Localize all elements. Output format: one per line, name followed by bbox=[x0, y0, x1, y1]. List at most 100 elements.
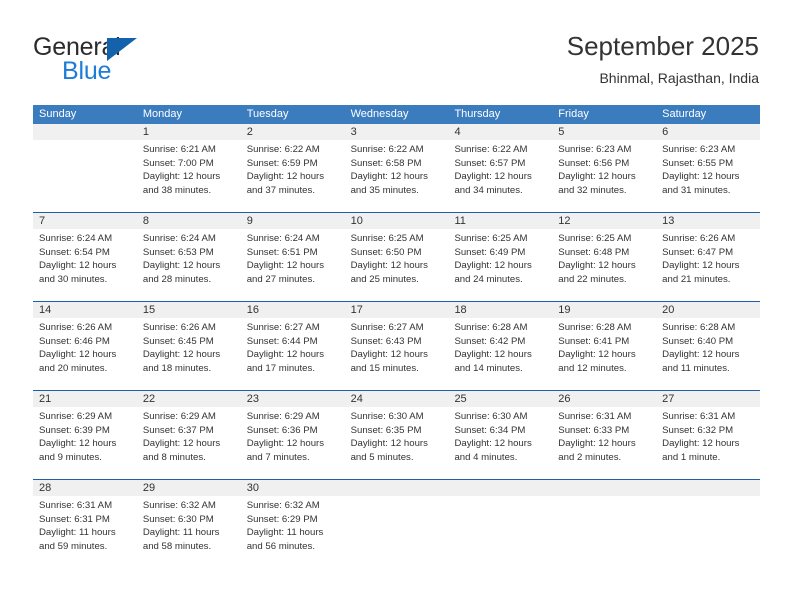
day-detail-line: Sunset: 6:53 PM bbox=[142, 246, 214, 258]
day-cell[interactable]: Sunrise: 6:28 AM Sunset: 6:41 PM Daylight:… bbox=[552, 318, 656, 390]
day-number[interactable]: 3 bbox=[345, 124, 449, 140]
day-cell[interactable]: Sunrise: 6:31 AM Sunset: 6:32 PM Daylight:… bbox=[656, 407, 760, 479]
day-detail-line: and 31 minutes. bbox=[662, 184, 731, 196]
day-cell[interactable]: Sunrise: 6:26 AM Sunset: 6:45 PM Daylight:… bbox=[137, 318, 241, 390]
day-cell[interactable]: Sunrise: 6:31 AM Sunset: 6:31 PM Daylight:… bbox=[33, 496, 137, 568]
day-number[interactable]: 16 bbox=[241, 302, 345, 318]
day-cell[interactable]: Sunrise: 6:25 AM Sunset: 6:50 PM Daylight:… bbox=[345, 229, 449, 301]
day-number[interactable]: 5 bbox=[552, 124, 656, 140]
day-detail-line: Sunset: 6:40 PM bbox=[662, 335, 734, 347]
day-cell[interactable]: Sunrise: 6:28 AM Sunset: 6:42 PM Daylight:… bbox=[448, 318, 552, 390]
day-number[interactable]: 10 bbox=[345, 213, 449, 229]
day-detail-line: Sunrise: 6:22 AM bbox=[454, 144, 528, 155]
day-cell-empty bbox=[448, 496, 552, 568]
day-detail-line: Daylight: 12 hours bbox=[558, 171, 636, 183]
day-detail-line: and 32 minutes. bbox=[558, 184, 627, 196]
day-detail-line: and 15 minutes. bbox=[350, 362, 419, 374]
day-number[interactable]: 17 bbox=[345, 302, 449, 318]
day-number-empty bbox=[552, 480, 656, 496]
day-number[interactable]: 15 bbox=[137, 302, 241, 318]
day-cell[interactable]: Sunrise: 6:30 AM Sunset: 6:34 PM Daylight:… bbox=[448, 407, 552, 479]
day-cell[interactable]: Sunrise: 6:26 AM Sunset: 6:46 PM Daylight:… bbox=[33, 318, 137, 390]
day-number-empty bbox=[656, 480, 760, 496]
day-number[interactable]: 9 bbox=[241, 213, 345, 229]
day-number-empty bbox=[448, 480, 552, 496]
day-cell-empty bbox=[552, 496, 656, 568]
day-detail-line: Sunrise: 6:23 AM bbox=[558, 144, 632, 155]
day-detail-line: Sunset: 6:35 PM bbox=[350, 424, 422, 436]
day-number[interactable]: 23 bbox=[241, 391, 345, 407]
day-number[interactable]: 4 bbox=[448, 124, 552, 140]
day-number-empty bbox=[33, 124, 137, 140]
day-detail-line: Sunset: 6:48 PM bbox=[558, 246, 630, 258]
day-cell[interactable]: Sunrise: 6:21 AM Sunset: 7:00 PM Daylight:… bbox=[137, 140, 241, 212]
day-detail-line: and 34 minutes. bbox=[454, 184, 523, 196]
day-cell[interactable]: Sunrise: 6:29 AM Sunset: 6:36 PM Daylight:… bbox=[241, 407, 345, 479]
day-cell[interactable]: Sunrise: 6:22 AM Sunset: 6:58 PM Daylight:… bbox=[345, 140, 449, 212]
day-detail-line: Sunrise: 6:21 AM bbox=[142, 144, 216, 155]
day-cell[interactable]: Sunrise: 6:24 AM Sunset: 6:51 PM Daylight:… bbox=[241, 229, 345, 301]
day-number[interactable]: 2 bbox=[241, 124, 345, 140]
day-cell[interactable]: Sunrise: 6:26 AM Sunset: 6:47 PM Daylight:… bbox=[656, 229, 760, 301]
day-detail-line: Sunrise: 6:22 AM bbox=[246, 144, 320, 155]
day-cell[interactable]: Sunrise: 6:30 AM Sunset: 6:35 PM Daylight:… bbox=[345, 407, 449, 479]
day-cell[interactable]: Sunrise: 6:27 AM Sunset: 6:44 PM Daylight:… bbox=[241, 318, 345, 390]
page-title: September 2025 bbox=[566, 31, 759, 61]
day-number[interactable]: 19 bbox=[552, 302, 656, 318]
day-detail-line: Sunrise: 6:26 AM bbox=[39, 322, 113, 333]
day-cell[interactable]: Sunrise: 6:27 AM Sunset: 6:43 PM Daylight:… bbox=[345, 318, 449, 390]
day-cell[interactable]: Sunrise: 6:23 AM Sunset: 6:56 PM Daylight:… bbox=[552, 140, 656, 212]
day-number[interactable]: 6 bbox=[656, 124, 760, 140]
day-detail-line: Sunset: 6:41 PM bbox=[558, 335, 630, 347]
week-detail-band: Sunrise: 6:29 AM Sunset: 6:39 PM Daylight:… bbox=[33, 407, 760, 479]
day-cell[interactable]: Sunrise: 6:22 AM Sunset: 6:57 PM Daylight:… bbox=[448, 140, 552, 212]
day-number[interactable]: 1 bbox=[137, 124, 241, 140]
day-detail-line: Sunrise: 6:28 AM bbox=[662, 322, 736, 333]
day-detail-line: Sunset: 6:31 PM bbox=[39, 513, 110, 525]
day-number[interactable]: 22 bbox=[137, 391, 241, 407]
day-number[interactable]: 27 bbox=[656, 391, 760, 407]
day-number[interactable]: 18 bbox=[448, 302, 552, 318]
day-cell[interactable]: Sunrise: 6:24 AM Sunset: 6:54 PM Daylight:… bbox=[33, 229, 137, 301]
day-number[interactable]: 7 bbox=[33, 213, 137, 229]
location-subtitle: Bhinmal, Rajasthan, India bbox=[599, 70, 759, 86]
day-number[interactable]: 14 bbox=[33, 302, 137, 318]
day-number[interactable]: 20 bbox=[656, 302, 760, 318]
day-number[interactable]: 30 bbox=[241, 480, 345, 496]
day-cell[interactable]: Sunrise: 6:32 AM Sunset: 6:29 PM Daylight:… bbox=[241, 496, 345, 568]
day-detail-line: and 5 minutes. bbox=[350, 451, 414, 463]
day-detail-line: and 56 minutes. bbox=[246, 540, 315, 552]
day-cell[interactable]: Sunrise: 6:29 AM Sunset: 6:37 PM Daylight:… bbox=[137, 407, 241, 479]
day-cell[interactable]: Sunrise: 6:22 AM Sunset: 6:59 PM Daylight:… bbox=[241, 140, 345, 212]
day-detail-line: Sunset: 6:58 PM bbox=[350, 157, 422, 169]
day-number[interactable]: 21 bbox=[33, 391, 137, 407]
day-detail-line: Daylight: 11 hours bbox=[246, 527, 324, 539]
day-number[interactable]: 28 bbox=[33, 480, 137, 496]
day-number[interactable]: 12 bbox=[552, 213, 656, 229]
week-daynumber-band: 14 15 16 17 18 19 20 bbox=[33, 302, 760, 318]
day-cell[interactable]: Sunrise: 6:28 AM Sunset: 6:40 PM Daylight:… bbox=[656, 318, 760, 390]
day-number[interactable]: 29 bbox=[137, 480, 241, 496]
day-number[interactable]: 26 bbox=[552, 391, 656, 407]
day-cell[interactable]: Sunrise: 6:31 AM Sunset: 6:33 PM Daylight:… bbox=[552, 407, 656, 479]
day-cell[interactable]: Sunrise: 6:25 AM Sunset: 6:48 PM Daylight:… bbox=[552, 229, 656, 301]
day-cell[interactable]: Sunrise: 6:29 AM Sunset: 6:39 PM Daylight:… bbox=[33, 407, 137, 479]
day-number[interactable]: 8 bbox=[137, 213, 241, 229]
day-detail-line: Daylight: 12 hours bbox=[558, 260, 636, 272]
day-detail-line: Daylight: 12 hours bbox=[662, 349, 740, 361]
day-number[interactable]: 24 bbox=[345, 391, 449, 407]
day-detail-line: Daylight: 12 hours bbox=[142, 438, 221, 450]
day-detail-line: and 12 minutes. bbox=[558, 362, 627, 374]
week-detail-band: Sunrise: 6:24 AM Sunset: 6:54 PM Daylight:… bbox=[33, 229, 760, 301]
day-detail-line: Daylight: 12 hours bbox=[350, 349, 428, 361]
day-number[interactable]: 13 bbox=[656, 213, 760, 229]
day-detail-line: Sunrise: 6:28 AM bbox=[558, 322, 632, 333]
calendar-grid: Sunday Monday Tuesday Wednesday Thursday… bbox=[33, 105, 760, 568]
day-number[interactable]: 25 bbox=[448, 391, 552, 407]
day-cell[interactable]: Sunrise: 6:32 AM Sunset: 6:30 PM Daylight:… bbox=[137, 496, 241, 568]
calendar-weeks: 1 2 3 4 5 6 Sunrise: 6:21 AM Sunset: 7:00 PM Day… bbox=[33, 124, 760, 568]
day-cell[interactable]: Sunrise: 6:23 AM Sunset: 6:55 PM Daylight:… bbox=[656, 140, 760, 212]
day-number[interactable]: 11 bbox=[448, 213, 552, 229]
day-cell[interactable]: Sunrise: 6:25 AM Sunset: 6:49 PM Daylight:… bbox=[448, 229, 552, 301]
day-cell[interactable]: Sunrise: 6:24 AM Sunset: 6:53 PM Daylight:… bbox=[137, 229, 241, 301]
